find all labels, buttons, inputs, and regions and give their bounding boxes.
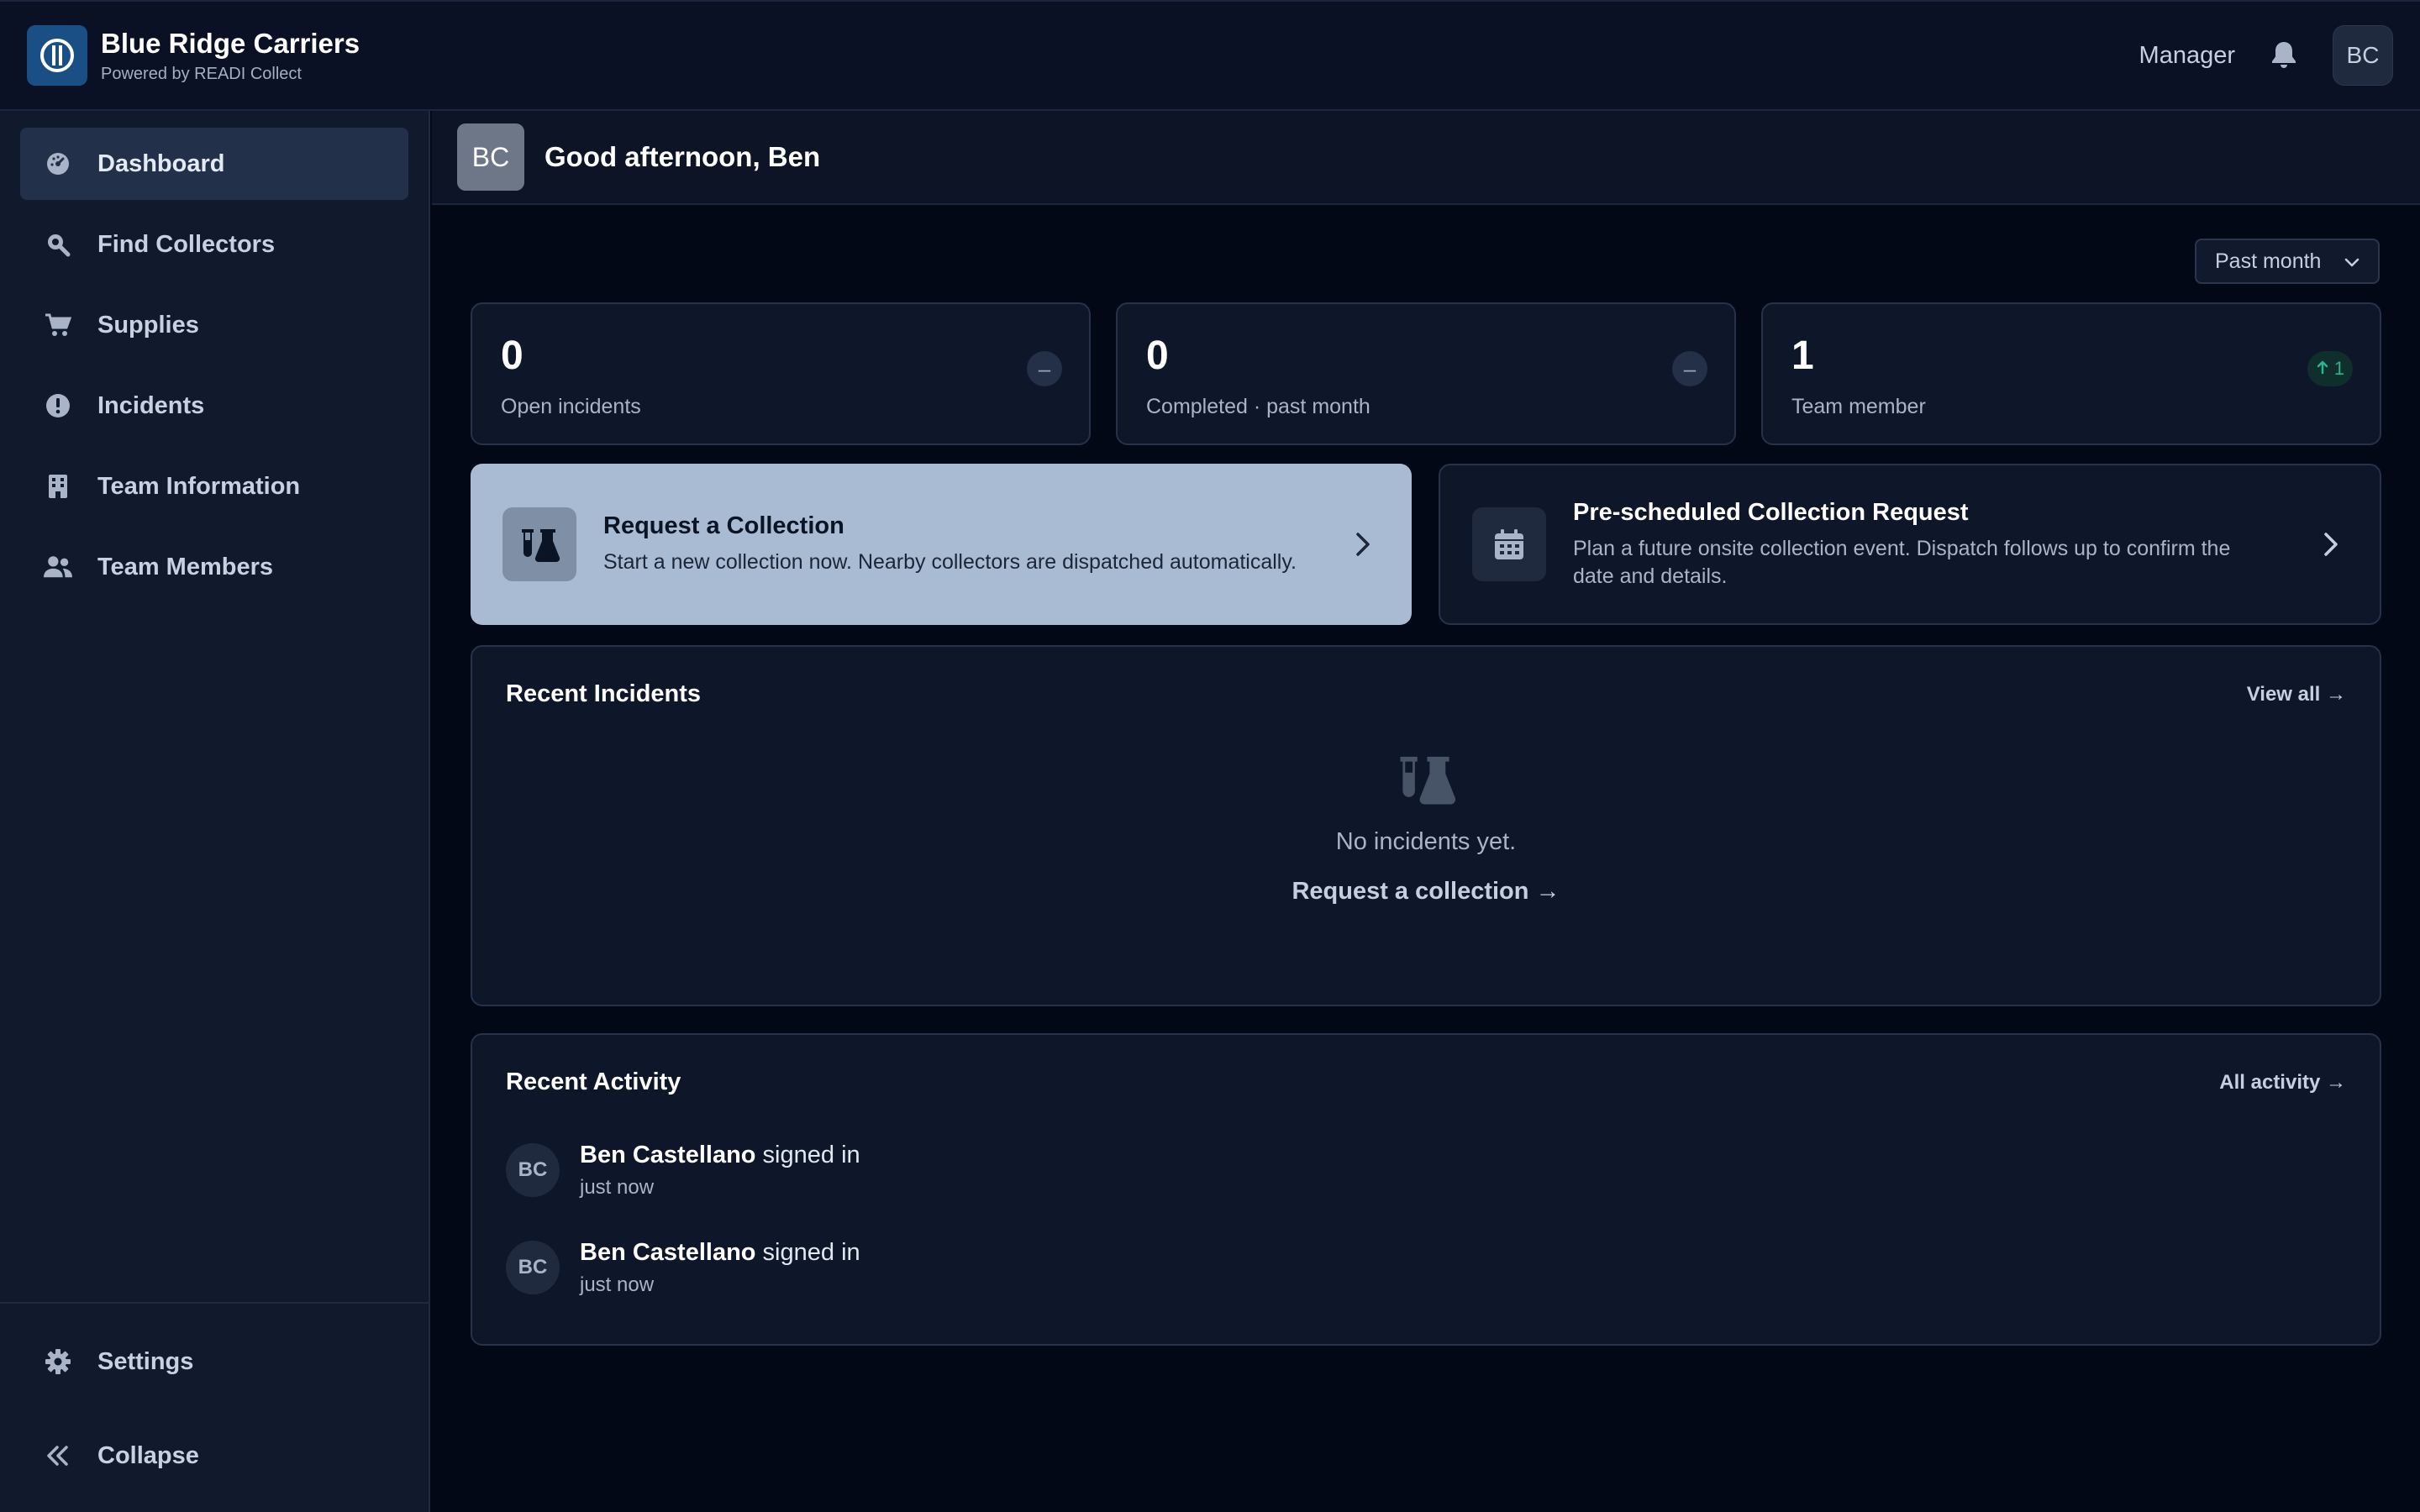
empty-state-text: No incidents yet. xyxy=(1335,828,1517,855)
stat-card-open-incidents: 0 Open incidents – xyxy=(471,302,1091,445)
greeting-text: Good afternoon, Ben xyxy=(544,141,821,172)
sidebar-item-label: Incidents xyxy=(97,391,205,419)
stat-value: 0 xyxy=(501,333,523,378)
activity-avatar: BC xyxy=(506,1241,560,1294)
sidebar-nav: Dashboard Find Collectors Supplies Incid… xyxy=(0,111,429,620)
main-content: BC Good afternoon, Ben Past month 0 Open… xyxy=(432,111,2420,1512)
brand-text: Blue Ridge Carriers Powered by READI Col… xyxy=(101,28,360,84)
cart-icon xyxy=(44,311,72,339)
greeting-bar: BC Good afternoon, Ben xyxy=(432,111,2420,205)
period-select[interactable]: Past month xyxy=(2195,239,2380,284)
panel-title: Recent Activity xyxy=(506,1068,681,1095)
activity-action: signed in xyxy=(755,1141,860,1168)
sidebar-item-label: Dashboard xyxy=(97,150,225,177)
stat-value: 1 xyxy=(1791,333,1814,378)
sidebar-item-incidents[interactable]: Incidents xyxy=(20,370,408,442)
dashboard-icon xyxy=(44,150,72,178)
brand-name: Blue Ridge Carriers xyxy=(101,27,360,59)
sidebar-item-supplies[interactable]: Supplies xyxy=(20,289,408,361)
brand-logo-icon xyxy=(27,25,87,86)
alert-icon xyxy=(44,391,72,420)
sidebar-item-collapse[interactable]: Collapse xyxy=(20,1418,408,1494)
sidebar-item-label: Find Collectors xyxy=(97,230,276,258)
chevron-down-icon xyxy=(2344,249,2360,274)
action-body: Pre-scheduled Collection Request Plan a … xyxy=(1573,499,2314,590)
stat-badge-value: 1 xyxy=(2333,358,2344,379)
sidebar-item-label: Team Members xyxy=(97,553,273,580)
stat-badge: – xyxy=(1672,351,1707,386)
greeting-avatar: BC xyxy=(457,123,524,191)
activity-line: Ben Castellano signed in xyxy=(580,1142,860,1169)
sidebar-item-settings[interactable]: Settings xyxy=(20,1324,408,1399)
sidebar-bottom: Settings Collapse xyxy=(0,1302,429,1512)
activity-body: Ben Castellano signed in just now xyxy=(580,1142,860,1200)
building-icon xyxy=(44,472,72,501)
stat-badge-trend: 1 xyxy=(2307,351,2353,386)
chevron-right-icon xyxy=(2314,532,2348,557)
stat-label: Completed · past month xyxy=(1146,395,1370,418)
activity-user-name: Ben Castellano xyxy=(580,1238,756,1266)
recent-incidents-panel: Recent Incidents View all → No incidents… xyxy=(471,645,2381,1006)
sidebar-item-label: Team Information xyxy=(97,472,301,500)
all-activity-link[interactable]: All activity → xyxy=(2219,1071,2346,1095)
sidebar-item-team-members[interactable]: Team Members xyxy=(20,531,408,603)
activity-item: BC Ben Castellano signed in just now xyxy=(506,1219,2346,1316)
view-all-link[interactable]: View all → xyxy=(2247,683,2346,706)
stat-label: Open incidents xyxy=(501,395,641,418)
action-title: Pre-scheduled Collection Request xyxy=(1573,499,1969,526)
request-collection-card[interactable]: Request a Collection Start a new collect… xyxy=(471,464,1412,625)
activity-list: BC Ben Castellano signed in just now BC … xyxy=(472,1096,2380,1316)
action-description: Plan a future onsite collection event. D… xyxy=(1573,537,2231,588)
action-description: Start a new collection now. Nearby colle… xyxy=(603,550,1297,575)
period-select-value: Past month xyxy=(2215,249,2322,273)
sidebar-item-dashboard[interactable]: Dashboard xyxy=(20,128,408,200)
activity-user-name: Ben Castellano xyxy=(580,1141,756,1168)
stat-badge: – xyxy=(1027,351,1062,386)
top-bar: Blue Ridge Carriers Powered by READI Col… xyxy=(0,0,2420,111)
role-label[interactable]: Manager xyxy=(2139,42,2235,70)
sidebar: Dashboard Find Collectors Supplies Incid… xyxy=(0,111,430,1512)
activity-time: just now xyxy=(580,1273,655,1296)
activity-line: Ben Castellano signed in xyxy=(580,1239,860,1267)
sidebar-item-find-collectors[interactable]: Find Collectors xyxy=(20,208,408,281)
arrow-up-icon xyxy=(2316,358,2329,380)
brand-subtitle: Powered by READI Collect xyxy=(101,64,302,83)
search-icon xyxy=(44,230,72,259)
sidebar-item-label: Collapse xyxy=(97,1441,199,1469)
collapse-icon xyxy=(44,1441,72,1470)
chevron-right-icon xyxy=(1346,532,1380,557)
top-right-controls: Manager BC xyxy=(2139,25,2393,86)
sidebar-item-label: Settings xyxy=(97,1347,194,1375)
prescheduled-collection-card[interactable]: Pre-scheduled Collection Request Plan a … xyxy=(1439,464,2381,625)
user-avatar[interactable]: BC xyxy=(2333,25,2393,86)
activity-item: BC Ben Castellano signed in just now xyxy=(506,1121,2346,1219)
test-tubes-icon xyxy=(1395,752,1457,810)
users-icon xyxy=(44,553,72,581)
activity-avatar: BC xyxy=(506,1143,560,1197)
stat-label: Team member xyxy=(1791,395,1926,418)
activity-action: signed in xyxy=(755,1238,860,1266)
brand[interactable]: Blue Ridge Carriers Powered by READI Col… xyxy=(27,25,360,86)
notifications-bell-icon[interactable] xyxy=(2267,39,2301,72)
action-body: Request a Collection Start a new collect… xyxy=(603,512,1346,576)
sidebar-item-team-information[interactable]: Team Information xyxy=(20,450,408,522)
panel-header: Recent Activity All activity → xyxy=(472,1035,2380,1096)
sidebar-item-label: Supplies xyxy=(97,311,199,339)
stat-card-completed: 0 Completed · past month – xyxy=(1116,302,1736,445)
app-root: Blue Ridge Carriers Powered by READI Col… xyxy=(0,0,2420,1512)
recent-activity-panel: Recent Activity All activity → BC Ben Ca… xyxy=(471,1033,2381,1346)
activity-time: just now xyxy=(580,1175,655,1199)
empty-state: No incidents yet. Request a collection → xyxy=(472,752,2380,906)
panel-title: Recent Incidents xyxy=(506,680,702,707)
stat-card-team-members: 1 Team member 1 xyxy=(1761,302,2381,445)
calendar-icon xyxy=(1472,507,1546,581)
stat-value: 0 xyxy=(1146,333,1169,378)
activity-body: Ben Castellano signed in just now xyxy=(580,1239,860,1297)
gear-icon xyxy=(44,1347,72,1376)
action-title: Request a Collection xyxy=(603,512,844,540)
panel-header: Recent Incidents View all → xyxy=(472,647,2380,708)
test-tubes-icon xyxy=(502,507,576,581)
request-collection-link[interactable]: Request a collection → xyxy=(1292,878,1560,906)
